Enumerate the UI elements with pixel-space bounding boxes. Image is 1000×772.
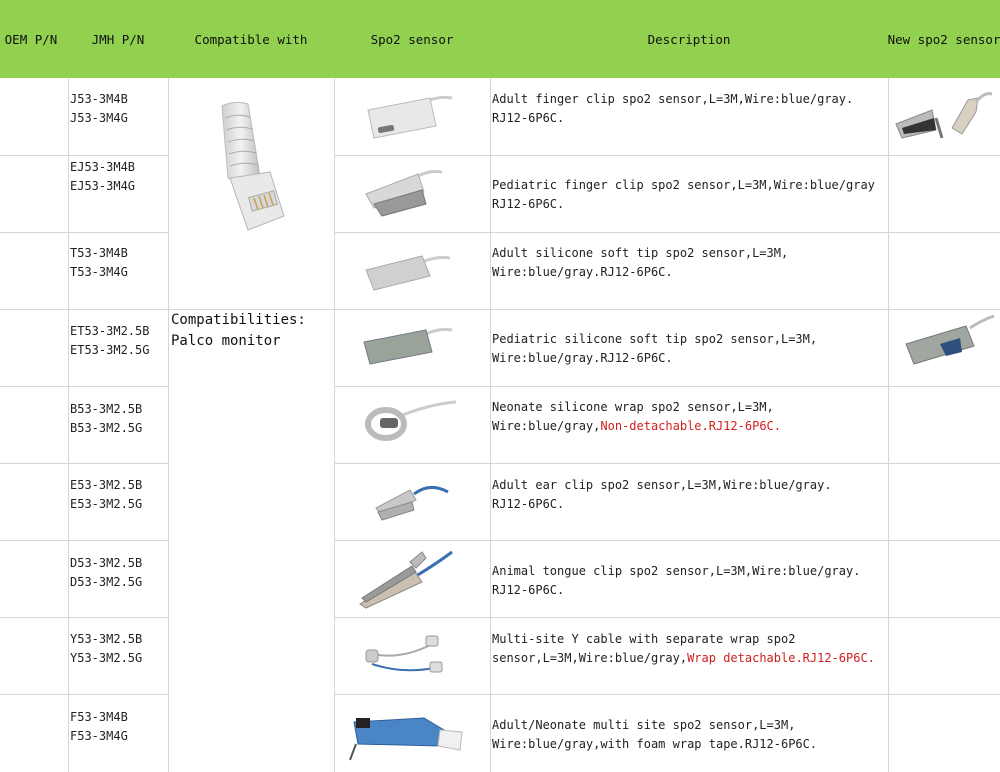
new-finger-clip-sensor-image (895, 92, 993, 139)
jmh-pn-gray: B53-3M2.5G (70, 421, 143, 435)
jmh-pn-cell: F53-3M4B F53-3M4G (70, 708, 166, 746)
grid-line (168, 78, 169, 772)
description-line-2: Wire:blue/gray.RJ12-6P6C. (492, 265, 673, 279)
description-line-1: Adult/Neonate multi site spo2 sensor,L=3… (492, 718, 796, 732)
adult-ear-clip-sensor-image (375, 486, 449, 521)
row-divider (334, 155, 1000, 156)
jmh-pn-blue: F53-3M4B (70, 710, 128, 724)
compatibility-note: Compatibilities: Palco monitor (171, 310, 331, 352)
description-line-1: Animal tongue clip spo2 sensor,L=3M,Wire… (492, 564, 861, 578)
description-line-2: Wire:blue/gray,with foam wrap tape.RJ12-… (492, 737, 818, 751)
col-header-new-spo2-sensor: New spo2 sensor (887, 31, 1000, 47)
description-line-2: RJ12-6P6C. (492, 197, 565, 211)
jmh-pn-gray: EJ53-3M4G (70, 179, 136, 193)
description-line-2: sensor,L=3M,Wire:blue/gray,Wrap detachab… (492, 651, 875, 665)
jmh-pn-gray: J53-3M4G (70, 111, 128, 125)
jmh-pn-blue: J53-3M4B (70, 92, 128, 106)
description-line-1: Pediatric finger clip spo2 sensor,L=3M,W… (492, 178, 875, 192)
grid-line (888, 78, 889, 772)
description-line-1: Adult ear clip spo2 sensor,L=3M,Wire:blu… (492, 478, 832, 492)
grid-line (490, 78, 491, 772)
jmh-pn-cell: T53-3M4B T53-3M4G (70, 244, 166, 282)
compatibility-monitor: Palco monitor (171, 333, 281, 349)
jmh-pn-gray: ET53-3M2.5G (70, 343, 150, 357)
jmh-pn-gray: D53-3M2.5G (70, 575, 143, 589)
row-divider (0, 617, 168, 618)
row-divider (0, 309, 168, 310)
description-cell: Multi-site Y cable with separate wrap sp… (492, 630, 884, 668)
jmh-pn-gray: T53-3M4G (70, 265, 128, 279)
row-divider (334, 540, 1000, 541)
description-cell: Pediatric silicone soft tip spo2 sensor,… (492, 330, 884, 368)
jmh-pn-blue: Y53-3M2.5B (70, 632, 143, 646)
description-line-2: RJ12-6P6C. (492, 583, 565, 597)
jmh-pn-cell: EJ53-3M4B EJ53-3M4G (70, 158, 166, 196)
description-line-2: Wire:blue/gray.RJ12-6P6C. (492, 351, 673, 365)
grid-line (68, 78, 69, 772)
jmh-pn-blue: T53-3M4B (70, 246, 128, 260)
col-header-jmh-pn: JMH P/N (91, 31, 145, 47)
description-cell: Adult finger clip spo2 sensor,L=3M,Wire:… (492, 90, 884, 128)
grid-line (334, 78, 335, 772)
row-divider (0, 694, 168, 695)
row-divider (334, 309, 1000, 310)
row-divider (0, 386, 168, 387)
jmh-pn-blue: E53-3M2.5B (70, 478, 143, 492)
jmh-pn-cell: Y53-3M2.5B Y53-3M2.5G (70, 630, 166, 668)
jmh-pn-cell: B53-3M2.5B B53-3M2.5G (70, 400, 166, 438)
neonate-silicone-wrap-sensor-image (365, 400, 457, 441)
jmh-pn-cell: ET53-3M2.5B ET53-3M2.5G (70, 322, 166, 360)
jmh-pn-blue: B53-3M2.5B (70, 402, 143, 416)
jmh-pn-blue: D53-3M2.5B (70, 556, 143, 570)
col-header-compatible-with: Compatible with (194, 31, 308, 47)
animal-tongue-clip-sensor-image (359, 550, 453, 609)
pediatric-finger-clip-sensor-image (365, 170, 443, 217)
jmh-pn-cell: D53-3M2.5B D53-3M2.5G (70, 554, 166, 592)
jmh-pn-gray: F53-3M4G (70, 729, 128, 743)
multi-site-foam-wrap-sensor-image (349, 717, 463, 761)
row-divider (334, 386, 1000, 387)
description-line-1: Pediatric silicone soft tip spo2 sensor,… (492, 332, 818, 346)
description-line-2: RJ12-6P6C. (492, 111, 565, 125)
jmh-pn-blue: EJ53-3M4B (70, 160, 136, 174)
description-cell: Adult/Neonate multi site spo2 sensor,L=3… (492, 716, 884, 754)
jmh-pn-blue: ET53-3M2.5B (70, 324, 150, 338)
adult-finger-clip-sensor-image (367, 95, 453, 139)
jmh-pn-gray: E53-3M2.5G (70, 497, 143, 511)
description-cell: Neonate silicone wrap spo2 sensor,L=3M, … (492, 398, 884, 436)
row-divider (334, 232, 1000, 233)
jmh-pn-cell: J53-3M4B J53-3M4G (70, 90, 166, 128)
row-divider (334, 694, 1000, 695)
compatibility-label: Compatibilities: (171, 312, 306, 328)
jmh-pn-gray: Y53-3M2.5G (70, 651, 143, 665)
description-cell: Animal tongue clip spo2 sensor,L=3M,Wire… (492, 562, 884, 600)
row-divider (0, 155, 168, 156)
description-line-2: RJ12-6P6C. (492, 497, 565, 511)
description-line-1: Adult finger clip spo2 sensor,L=3M,Wire:… (492, 92, 854, 106)
new-soft-tip-sensor-image (905, 314, 995, 365)
description-line-1: Adult silicone soft tip spo2 sensor,L=3M… (492, 246, 789, 260)
jmh-pn-cell: E53-3M2.5B E53-3M2.5G (70, 476, 166, 514)
multi-site-y-cable-sensor-image (365, 635, 443, 673)
row-divider (334, 463, 1000, 464)
adult-silicone-soft-tip-sensor-image (365, 255, 451, 291)
description-line-1: Multi-site Y cable with separate wrap sp… (492, 632, 796, 646)
pediatric-silicone-soft-tip-sensor-image (363, 328, 453, 365)
col-header-oem-pn: OEM P/N (4, 31, 58, 47)
description-cell: Adult ear clip spo2 sensor,L=3M,Wire:blu… (492, 476, 884, 514)
row-divider (0, 540, 168, 541)
rj12-connector-image (221, 101, 285, 231)
row-divider (334, 617, 1000, 618)
description-cell: Pediatric finger clip spo2 sensor,L=3M,W… (492, 176, 884, 214)
col-header-description: Description (647, 31, 731, 47)
description-cell: Adult silicone soft tip spo2 sensor,L=3M… (492, 244, 884, 282)
description-line-2: Wire:blue/gray,Non-detachable.RJ12-6P6C. (492, 419, 781, 433)
row-divider (0, 463, 168, 464)
row-divider (0, 232, 168, 233)
col-header-spo2-sensor: Spo2 sensor (370, 31, 454, 47)
description-line-1: Neonate silicone wrap spo2 sensor,L=3M, (492, 400, 774, 414)
